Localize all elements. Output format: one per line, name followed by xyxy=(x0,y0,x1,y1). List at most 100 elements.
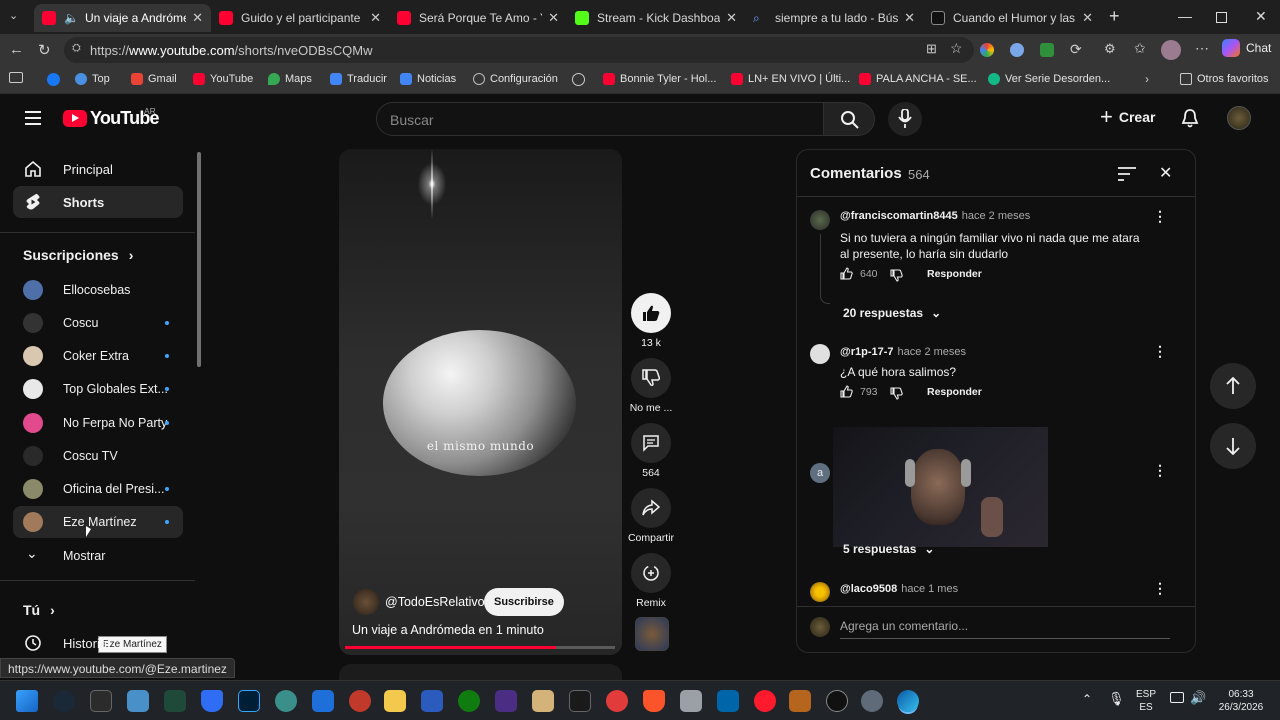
comments-button[interactable] xyxy=(631,423,671,463)
voice-search-button[interactable] xyxy=(888,102,922,136)
shield-icon[interactable] xyxy=(201,690,223,712)
tray-overflow-icon[interactable]: ⌃ xyxy=(1082,692,1092,706)
clock[interactable]: 06:33 26/3/2026 xyxy=(1210,688,1272,714)
close-comments-icon[interactable]: ✕ xyxy=(1159,163,1172,183)
edge-icon[interactable] xyxy=(897,690,919,712)
bookmark-maps[interactable]: Maps xyxy=(268,73,312,85)
more-options-icon[interactable]: ⋮ xyxy=(1153,580,1167,597)
tab-6[interactable]: Cuando el Humor y las Mate ✕ xyxy=(923,4,1101,32)
close-tab-icon[interactable]: ✕ xyxy=(548,10,559,26)
brave-icon[interactable] xyxy=(643,690,665,712)
thumbs-down-icon[interactable] xyxy=(890,269,903,282)
sound-thumbnail[interactable] xyxy=(635,617,669,651)
sidebar-scrollbar[interactable] xyxy=(197,152,201,367)
more-options-icon[interactable]: ⋮ xyxy=(1153,343,1167,360)
extensions-icon[interactable]: ⚙ xyxy=(1104,41,1116,57)
thumbs-up-icon[interactable] xyxy=(840,267,853,280)
app-icon[interactable] xyxy=(495,690,517,712)
sidebar-sub-oficina-presidente[interactable]: Oficina del Presi... xyxy=(13,473,183,505)
sidebar-item-shorts[interactable]: Shorts xyxy=(13,186,183,218)
favorites-icon[interactable]: ✩ xyxy=(1134,40,1146,57)
app-icon[interactable] xyxy=(789,690,811,712)
network-icon[interactable] xyxy=(1170,692,1184,703)
extension-icon[interactable] xyxy=(1040,43,1054,57)
view-replies-button[interactable]: 5 respuestas ⌄ xyxy=(843,542,934,556)
app-icon[interactable] xyxy=(164,690,186,712)
globe-icon[interactable] xyxy=(572,73,585,86)
extension-icon[interactable] xyxy=(980,43,994,57)
video-progress-bar[interactable] xyxy=(345,646,615,649)
bookmark-youtube[interactable]: YouTube xyxy=(193,73,253,85)
bookmark-noticias[interactable]: Noticias xyxy=(400,73,456,85)
close-tab-icon[interactable]: ✕ xyxy=(370,10,381,26)
app-icon[interactable] xyxy=(606,690,628,712)
tab-search-chevron-icon[interactable]: ⌄ xyxy=(9,9,18,22)
app-icon[interactable] xyxy=(532,690,554,712)
reload-icon[interactable]: ↻ xyxy=(38,41,51,59)
reply-button[interactable]: Responder xyxy=(927,268,982,280)
close-tab-icon[interactable]: ✕ xyxy=(1082,10,1093,26)
vscode-icon[interactable] xyxy=(717,690,739,712)
tab-3[interactable]: Será Porque Te Amo - YouTub ✕ xyxy=(389,4,567,32)
notifications-bell-icon[interactable] xyxy=(1181,109,1199,129)
bookmark-ver-serie[interactable]: Ver Serie Desorden... xyxy=(988,73,1110,85)
thumbs-down-icon[interactable] xyxy=(890,387,903,400)
usb-util-icon[interactable] xyxy=(421,690,443,712)
new-tab-icon[interactable]: + xyxy=(1109,6,1120,27)
add-comment-input[interactable]: Agrega un comentario... xyxy=(840,617,1170,639)
window-close-icon[interactable]: ✕ xyxy=(1255,8,1267,25)
bookmark-configuracion[interactable]: Configuración xyxy=(473,73,558,85)
more-menu-icon[interactable]: ⋯ xyxy=(1195,40,1209,57)
sidebar-sub-no-ferpa[interactable]: No Ferpa No Party xyxy=(13,407,183,439)
file-explorer-icon[interactable] xyxy=(384,690,406,712)
app-icon[interactable] xyxy=(349,690,371,712)
bookmark-top[interactable]: Top xyxy=(75,73,110,85)
subscriptions-header[interactable]: Suscripciones › xyxy=(23,247,133,263)
sidebar-show-more[interactable]: ⌄ Mostrar xyxy=(13,540,183,572)
windows-start-icon[interactable] xyxy=(16,690,38,712)
microphone-icon[interactable]: 🎙 xyxy=(1108,691,1125,707)
thumbs-up-icon[interactable] xyxy=(840,385,853,398)
close-tab-icon[interactable]: ✕ xyxy=(726,10,737,26)
collections-icon[interactable] xyxy=(9,72,23,83)
close-tab-icon[interactable]: ✕ xyxy=(192,10,203,26)
close-tab-icon[interactable]: ✕ xyxy=(904,10,915,26)
sidebar-item-principal[interactable]: Principal xyxy=(13,153,183,185)
dislike-button[interactable] xyxy=(631,358,671,398)
bookmark-gmail[interactable]: Gmail xyxy=(131,73,177,85)
sidebar-sub-coscu[interactable]: Coscu xyxy=(13,307,183,339)
bookmark-ln-en-vivo[interactable]: LN+ EN VIVO | Últi... xyxy=(731,73,850,85)
volume-icon[interactable]: 🔊 xyxy=(1190,690,1206,706)
tab-5[interactable]: ⌕ siempre a tu lado - Búsqueda ✕ xyxy=(745,4,923,32)
bookmark-pala-ancha[interactable]: PALA ANCHA - SE... xyxy=(859,73,977,85)
reply-button[interactable]: Responder xyxy=(927,386,982,398)
steam-icon[interactable] xyxy=(53,690,75,712)
you-header[interactable]: Tú › xyxy=(23,602,55,618)
create-button[interactable]: + Crear xyxy=(1100,106,1155,128)
tab-1[interactable]: 🔈 Un viaje a Andrómeda en ✕ xyxy=(34,4,211,32)
short-video-player[interactable]: el mismo mundo @TodoEsRelativo Suscribir… xyxy=(339,149,622,655)
commenter-avatar[interactable] xyxy=(810,582,830,602)
sidebar-sub-top-globales[interactable]: Top Globales Ext... xyxy=(13,373,183,405)
tab-2[interactable]: Guido y el participante que e ✕ xyxy=(211,4,389,32)
chevron-right-icon[interactable]: › xyxy=(1145,72,1149,86)
next-short-preview[interactable] xyxy=(339,664,622,680)
channel-avatar[interactable] xyxy=(353,589,379,615)
app-icon[interactable] xyxy=(275,690,297,712)
sidebar-item-historial[interactable]: Historial xyxy=(13,627,183,659)
previous-short-button[interactable] xyxy=(1210,363,1256,409)
language-indicator[interactable]: ESP ES xyxy=(1132,688,1160,714)
commenter-avatar[interactable]: a xyxy=(810,463,830,483)
site-info-icon[interactable]: ⛭ xyxy=(72,42,81,55)
share-button[interactable] xyxy=(631,488,671,528)
app-icon[interactable] xyxy=(312,690,334,712)
search-button[interactable] xyxy=(823,102,875,136)
tab-4[interactable]: Stream - Kick Dashboard ✕ xyxy=(567,4,745,32)
next-short-button[interactable] xyxy=(1210,423,1256,469)
search-input[interactable]: Buscar xyxy=(376,102,824,136)
comment-author[interactable]: @franciscomartin8445 hace 2 meses xyxy=(840,210,1030,222)
refresh-extension-icon[interactable]: ⟳ xyxy=(1070,41,1082,58)
bookmark-traducir[interactable]: Traducir xyxy=(330,73,387,85)
sort-icon[interactable] xyxy=(1118,167,1136,181)
opera-icon[interactable] xyxy=(754,690,776,712)
